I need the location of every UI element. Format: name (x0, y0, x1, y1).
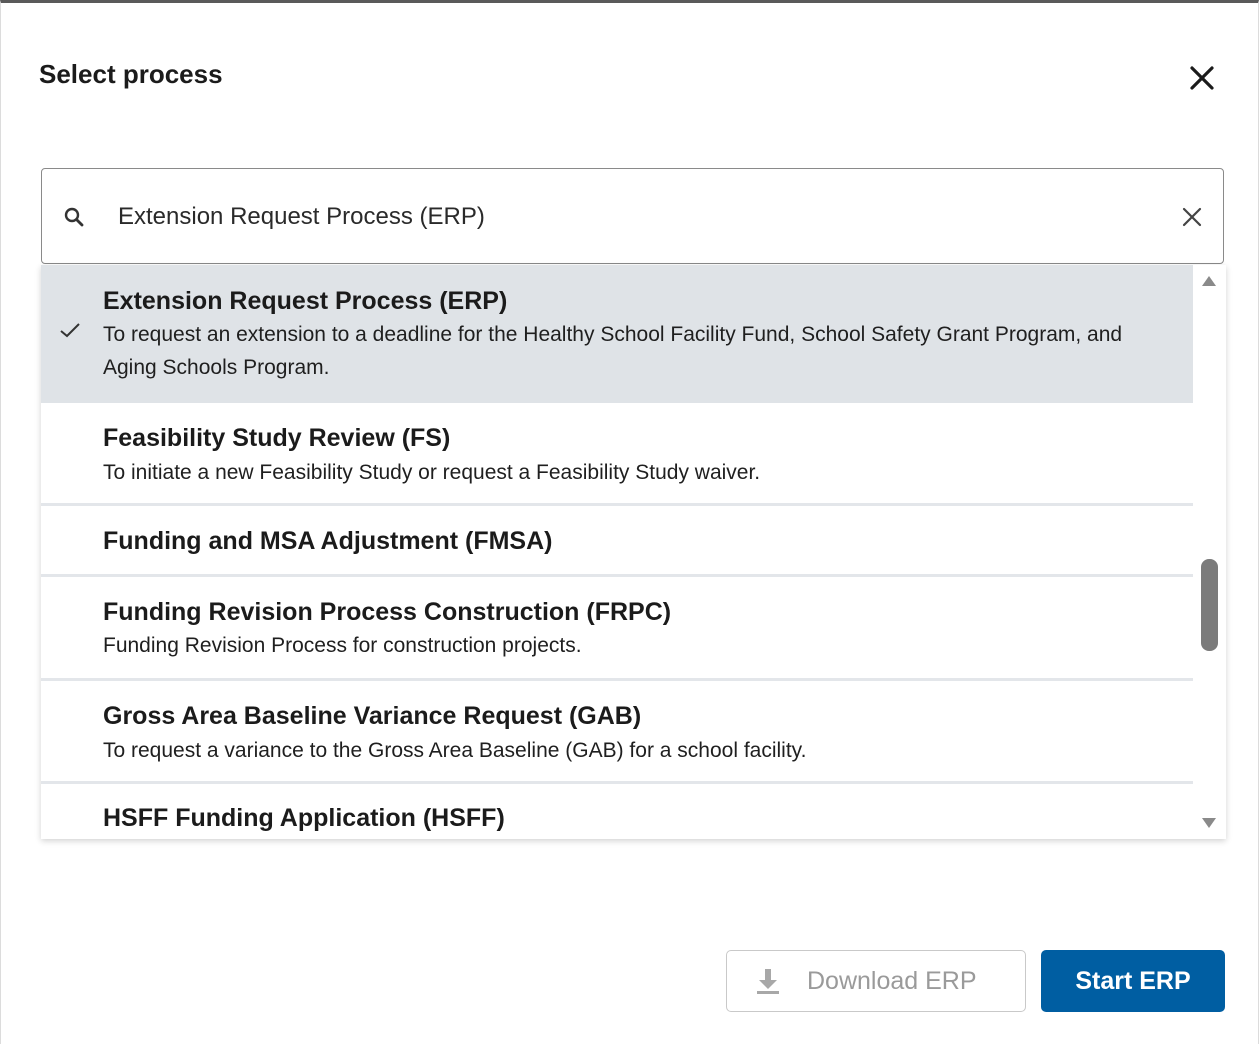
process-item-description: To initiate a new Feasibility Study or r… (103, 461, 761, 484)
download-icon (757, 969, 779, 994)
process-item-title: Feasibility Study Review (FS) (103, 424, 451, 452)
process-item-fs[interactable]: Feasibility Study Review (FS) To initiat… (41, 403, 1193, 506)
scrollbar-thumb[interactable] (1201, 559, 1218, 651)
search-input[interactable] (118, 197, 1138, 237)
download-button-label: Download ERP (807, 967, 977, 995)
process-item-fmsa[interactable]: Funding and MSA Adjustment (FMSA) (41, 506, 1193, 577)
process-item-description: To request an extension to a deadline fo… (103, 323, 1123, 379)
process-item-erp[interactable]: Extension Request Process (ERP) To reque… (41, 265, 1193, 403)
download-button[interactable]: Download ERP (726, 950, 1026, 1012)
select-process-dialog: Select process Extension Request Process… (0, 0, 1259, 1044)
process-search-box (41, 168, 1224, 264)
search-icon (64, 207, 84, 227)
process-item-title: Funding and MSA Adjustment (FMSA) (103, 527, 553, 555)
process-item-hsff[interactable]: HSFF Funding Application (HSFF) (41, 784, 1193, 839)
scroll-down-arrow-icon[interactable] (1201, 817, 1217, 829)
list-scrollbar[interactable] (1193, 265, 1226, 839)
clear-search-icon[interactable] (1180, 205, 1204, 229)
process-item-description: Funding Revision Process for constructio… (103, 634, 582, 657)
scroll-up-arrow-icon[interactable] (1201, 275, 1217, 287)
process-item-title: HSFF Funding Application (HSFF) (103, 804, 505, 832)
process-item-title: Funding Revision Process Construction (F… (103, 598, 672, 626)
dialog-title: Select process (39, 59, 223, 89)
process-item-description: To request a variance to the Gross Area … (103, 739, 807, 762)
process-item-frpc[interactable]: Funding Revision Process Construction (F… (41, 577, 1193, 681)
process-item-title: Gross Area Baseline Variance Request (GA… (103, 702, 642, 730)
checkmark-icon (60, 323, 80, 338)
process-item-title: Extension Request Process (ERP) (103, 287, 508, 315)
start-button[interactable]: Start ERP (1041, 950, 1225, 1012)
process-list: Extension Request Process (ERP) To reque… (41, 265, 1226, 839)
close-icon[interactable] (1185, 61, 1219, 95)
process-item-gab[interactable]: Gross Area Baseline Variance Request (GA… (41, 681, 1193, 784)
